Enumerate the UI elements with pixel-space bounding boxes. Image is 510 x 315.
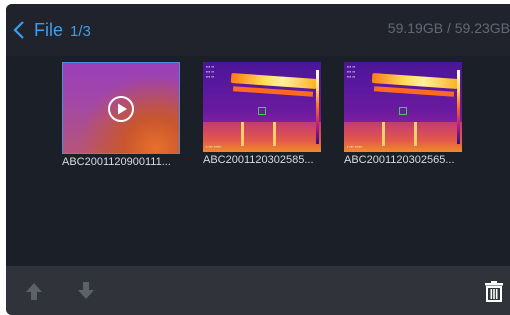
file-browser-screen: File 1/3 59.19GB / 59.23GB ABC2001120900… bbox=[6, 4, 510, 315]
warm-stripe bbox=[414, 122, 417, 146]
back-button[interactable]: File 1/3 bbox=[12, 16, 91, 44]
crosshair-marker bbox=[258, 107, 266, 115]
file-name: ABC2001120302565... bbox=[344, 154, 455, 166]
trash-icon bbox=[485, 281, 503, 302]
overlay-readings: ▪▪▪ ▪▪ ▪▪▪ ▪▪ ▪▪▪ ▪▪ bbox=[206, 64, 215, 79]
thermal-image-thumbnail: ▪▪▪ ▪▪ ▪▪▪ ▪▪ ▪▪▪ ▪▪ ▪ ▪▪▪ ▪▪▪▪▪ bbox=[203, 62, 321, 152]
play-icon bbox=[108, 96, 134, 122]
overlay-footer: ▪ ▪▪▪ ▪▪▪▪▪ bbox=[347, 144, 362, 149]
page-title: File 1/3 bbox=[34, 20, 91, 41]
file-name: ABC2001120302585... bbox=[203, 154, 314, 166]
crosshair-marker bbox=[399, 107, 407, 115]
chevron-left-icon bbox=[13, 21, 24, 39]
page-indicator: 1/3 bbox=[70, 22, 91, 40]
file-name: ABC2001120900111... bbox=[62, 156, 171, 168]
temperature-scale bbox=[457, 70, 460, 144]
header-bar: File 1/3 59.19GB / 59.23GB bbox=[6, 4, 510, 57]
file-tile-image[interactable]: ▪▪▪ ▪▪ ▪▪▪ ▪▪ ▪▪▪ ▪▪ ▪ ▪▪▪ ▪▪▪▪▪ ABC200112… bbox=[344, 62, 462, 166]
video-thumbnail bbox=[62, 62, 180, 154]
delete-button[interactable] bbox=[483, 280, 505, 302]
arrow-down-icon bbox=[78, 282, 94, 299]
overlay-footer: ▪ ▪▪▪ ▪▪▪▪▪ bbox=[206, 144, 221, 149]
bottom-toolbar bbox=[6, 266, 510, 315]
move-up-button[interactable] bbox=[23, 280, 45, 302]
file-grid: ABC2001120900111... ▪▪▪ ▪▪ ▪▪▪ ▪▪ ▪▪▪ ▪▪ ▪… bbox=[6, 56, 510, 266]
storage-usage: 59.19GB / 59.23GB bbox=[387, 20, 510, 36]
move-down-button[interactable] bbox=[75, 280, 97, 302]
warm-stripe bbox=[273, 122, 276, 146]
overlay-readings: ▪▪▪ ▪▪ ▪▪▪ ▪▪ ▪▪▪ ▪▪ bbox=[347, 64, 356, 79]
arrow-up-icon bbox=[26, 283, 42, 300]
warm-stripe bbox=[241, 122, 244, 146]
file-tile-video[interactable]: ABC2001120900111... bbox=[62, 62, 180, 168]
warm-stripe bbox=[382, 122, 385, 146]
thermal-image-thumbnail: ▪▪▪ ▪▪ ▪▪▪ ▪▪ ▪▪▪ ▪▪ ▪ ▪▪▪ ▪▪▪▪▪ bbox=[344, 62, 462, 152]
temperature-scale bbox=[316, 70, 319, 144]
title-text: File bbox=[34, 19, 64, 40]
file-tile-image[interactable]: ▪▪▪ ▪▪ ▪▪▪ ▪▪ ▪▪▪ ▪▪ ▪ ▪▪▪ ▪▪▪▪▪ ABC200112… bbox=[203, 62, 321, 166]
